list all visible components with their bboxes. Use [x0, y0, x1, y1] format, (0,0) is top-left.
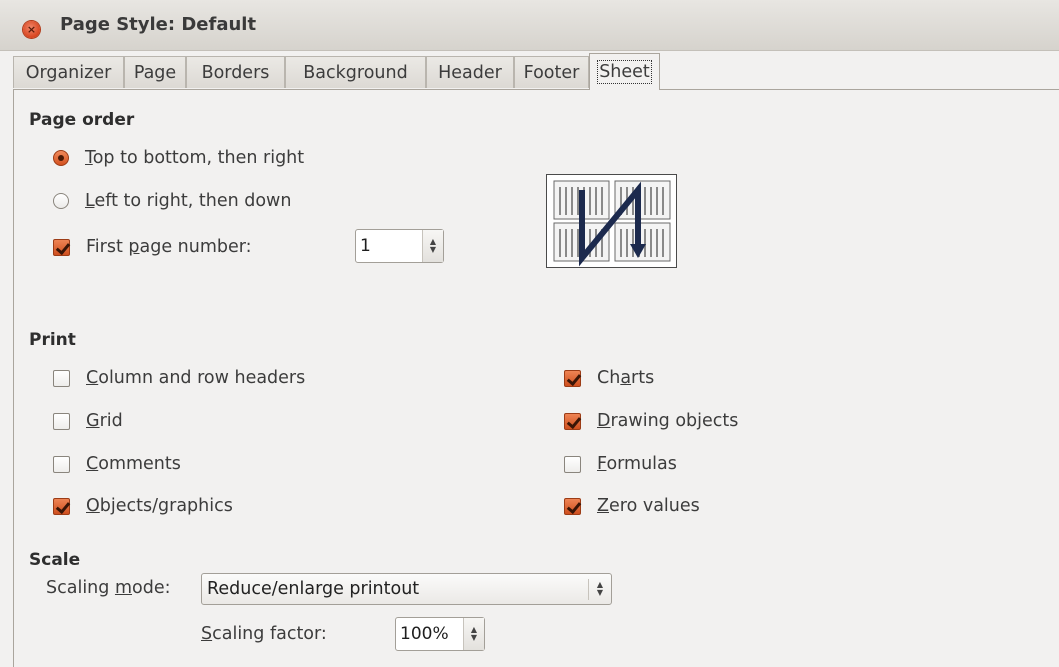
formulas-check[interactable]	[564, 455, 581, 473]
tab-header[interactable]: Header	[426, 56, 514, 88]
scaling-mode-value: Reduce/enlarge printout	[207, 579, 420, 599]
scaling-factor-spin-buttons[interactable]: ▲ ▼	[463, 618, 484, 650]
first-page-number-stepper[interactable]: 1 ▲ ▼	[355, 229, 444, 263]
first-page-number-label: First page number:	[86, 237, 252, 257]
tab-footer[interactable]: Footer	[514, 56, 589, 88]
first-page-number-checkbox[interactable]: First page number:	[53, 235, 252, 259]
top-to-bottom-label: Top to bottom, then right	[85, 148, 305, 168]
spin-down-icon[interactable]: ▼	[471, 634, 477, 642]
charts-checkbox[interactable]: Charts	[564, 366, 654, 390]
charts-check[interactable]	[564, 369, 581, 387]
left-to-right-radio-indicator[interactable]	[53, 193, 69, 209]
left-to-right-radio[interactable]: Left to right, then down	[53, 189, 291, 213]
objects-graphics-label: Objects/graphics	[86, 496, 233, 516]
page-order-preview-icon	[546, 174, 677, 268]
top-to-bottom-radio[interactable]: Top to bottom, then right	[53, 146, 304, 170]
drawing-objects-checkbox[interactable]: Drawing objects	[564, 409, 738, 433]
tab-footer-label: Footer	[523, 63, 580, 83]
select-arrows-icon: ▲ ▼	[588, 578, 611, 600]
comments-check[interactable]	[53, 455, 70, 473]
left-to-right-label: Left to right, then down	[85, 191, 292, 211]
objects-graphics-check[interactable]	[53, 497, 70, 515]
window-title: Page Style: Default	[60, 14, 257, 35]
tab-background[interactable]: Background	[285, 56, 426, 88]
tab-sheet-label: Sheet	[597, 60, 652, 84]
comments-checkbox[interactable]: Comments	[53, 452, 181, 476]
tab-borders[interactable]: Borders	[186, 56, 285, 88]
tab-page[interactable]: Page	[124, 56, 186, 88]
grid-checkbox[interactable]: Grid	[53, 409, 123, 433]
scaling-factor-value[interactable]: 100%	[396, 624, 463, 644]
scaling-mode-label: Scaling mode:	[46, 578, 171, 598]
scaling-factor-label: Scaling factor:	[201, 624, 327, 644]
column-row-headers-checkbox[interactable]: Column and row headers	[53, 366, 305, 390]
zero-values-checkbox[interactable]: Zero values	[564, 494, 700, 518]
comments-label: Comments	[86, 454, 181, 474]
grid-label: Grid	[86, 411, 123, 431]
tab-sheet[interactable]: Sheet	[589, 53, 660, 90]
spin-down-icon[interactable]: ▼	[430, 246, 436, 254]
tab-page-label: Page	[133, 63, 177, 83]
first-page-number-check[interactable]	[53, 238, 70, 256]
close-icon[interactable]: ×	[23, 21, 40, 38]
drawing-objects-label: Drawing objects	[597, 411, 739, 431]
scaling-mode-select[interactable]: Reduce/enlarge printout ▲ ▼	[201, 573, 612, 605]
column-row-headers-label: Column and row headers	[86, 368, 306, 388]
scale-heading: Scale	[29, 550, 81, 570]
zero-values-check[interactable]	[564, 497, 581, 515]
charts-label: Charts	[597, 368, 655, 388]
formulas-checkbox[interactable]: Formulas	[564, 452, 677, 476]
grid-check[interactable]	[53, 412, 70, 430]
tab-background-label: Background	[303, 63, 408, 83]
tab-organizer-label: Organizer	[25, 63, 112, 83]
first-page-number-spin-buttons[interactable]: ▲ ▼	[422, 230, 443, 262]
first-page-number-value[interactable]: 1	[356, 236, 422, 256]
tab-borders-label: Borders	[201, 63, 270, 83]
scaling-factor-stepper[interactable]: 100% ▲ ▼	[395, 617, 485, 651]
page-order-heading: Page order	[29, 110, 135, 130]
column-row-headers-check[interactable]	[53, 369, 70, 387]
tab-header-label: Header	[438, 63, 502, 83]
tab-organizer[interactable]: Organizer	[13, 56, 124, 88]
drawing-objects-check[interactable]	[564, 412, 581, 430]
zero-values-label: Zero values	[597, 496, 700, 516]
objects-graphics-checkbox[interactable]: Objects/graphics	[53, 494, 233, 518]
top-to-bottom-radio-indicator[interactable]	[53, 150, 69, 166]
print-heading: Print	[29, 330, 76, 350]
title-bar: × Page Style: Default	[0, 0, 1059, 51]
formulas-label: Formulas	[597, 454, 677, 474]
